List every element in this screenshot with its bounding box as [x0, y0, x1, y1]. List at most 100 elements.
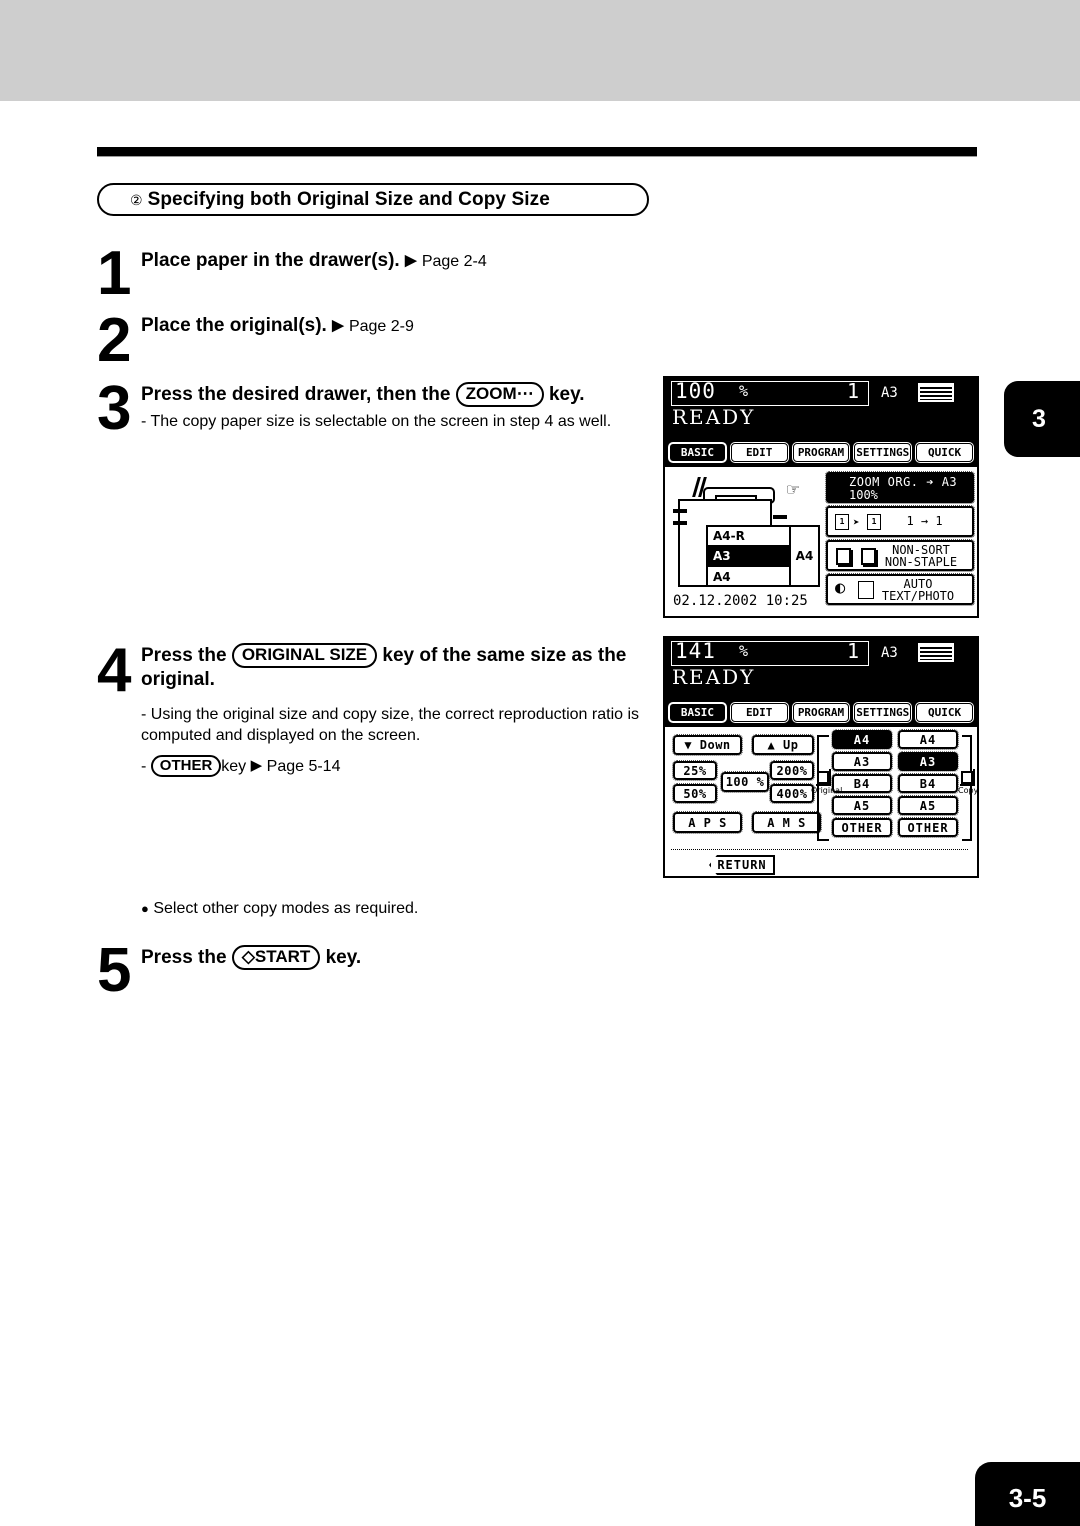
- lcd1-tab-program[interactable]: PROGRAM: [792, 443, 850, 462]
- zoom-25-button[interactable]: 25%: [672, 760, 718, 781]
- section-heading: ② Specifying both Original Size and Copy…: [97, 183, 649, 216]
- step-1-page-ref: Page 2-4: [421, 253, 487, 270]
- zoom-down-button[interactable]: ▼ Down: [672, 734, 743, 756]
- lcd2-tab-quick[interactable]: QUICK: [916, 703, 973, 722]
- step-5-instruction-after: key.: [325, 947, 362, 968]
- step-3-number: 3: [97, 374, 132, 443]
- lcd2-percent-symbol: %: [739, 642, 749, 660]
- copier-tray-icon: [673, 509, 687, 513]
- zoom-setting-line2: 100%: [849, 488, 878, 502]
- lcd2-copy-count: 1: [846, 639, 859, 663]
- lcd1-tab-bar: BASIC EDIT PROGRAM SETTINGS QUICK: [665, 441, 977, 467]
- original-doc-icon: 1: [835, 514, 849, 530]
- step-3-instruction-before: Press the desired drawer, then the: [141, 384, 451, 405]
- step-4-note-1: - Using the original size and copy size,…: [141, 706, 640, 744]
- original-label: Original: [811, 786, 843, 795]
- step-2-number: 2: [97, 306, 132, 375]
- section-title: Specifying both Original Size and Copy S…: [147, 188, 550, 210]
- lcd-screen-zoom: 141 % 1 A3 READY BASIC EDIT PROGRAM SETT…: [663, 636, 979, 878]
- lcd2-tab-program[interactable]: PROGRAM: [792, 703, 850, 722]
- duplex-setting-label: 1 → 1: [906, 514, 943, 528]
- lcd2-tab-edit[interactable]: EDIT: [730, 703, 788, 722]
- arrow-right-icon: ➤: [853, 516, 860, 529]
- original-size-a3[interactable]: A3: [831, 751, 893, 772]
- original-size-a4[interactable]: A4: [831, 729, 893, 750]
- copy-size-b4[interactable]: B4: [897, 773, 959, 794]
- bullet-note: ● Select other copy modes as required.: [141, 900, 418, 918]
- lcd2-divider: [671, 849, 968, 850]
- lcd1-tab-settings[interactable]: SETTINGS: [854, 443, 912, 462]
- zoom-key-pill[interactable]: ZOOM⋯: [455, 382, 544, 407]
- start-diamond-icon: ◇: [241, 947, 255, 966]
- lcd-screen-basic: 100 % 1 A3 READY BASIC EDIT PROGRAM SETT…: [663, 376, 979, 618]
- step-4-note-2-dash: -: [141, 758, 147, 775]
- return-button[interactable]: RETURN: [709, 855, 775, 875]
- copy-doc-icon: 1: [867, 514, 881, 530]
- step-1-number: 1: [97, 239, 132, 308]
- copy-size-a3[interactable]: A3: [897, 751, 959, 772]
- zoom-up-button[interactable]: ▲ Up: [751, 734, 815, 756]
- lcd2-ratio-value: 141: [675, 639, 716, 663]
- duplex-setting-button[interactable]: 1 ➤ 1 1 → 1: [825, 505, 975, 538]
- image-mode-line2: TEXT/PHOTO: [881, 589, 955, 603]
- original-size-a5[interactable]: A5: [831, 795, 893, 816]
- copy-doc-icon: [960, 769, 975, 786]
- drawer-item-a4r[interactable]: A4-R: [708, 527, 789, 547]
- lcd1-tab-basic[interactable]: BASIC: [669, 443, 726, 462]
- image-mode-setting-button[interactable]: ◐ AUTO TEXT/PHOTO: [825, 573, 975, 606]
- step-4-instruction-before: Press the: [141, 645, 227, 666]
- copy-size-other[interactable]: OTHER: [897, 817, 959, 838]
- sheet-icon: [836, 548, 853, 567]
- arrow-right-icon: ▶: [404, 252, 417, 269]
- step-2-text: Place the original(s). ▶ Page 2-9: [141, 314, 661, 338]
- drawer-item-a4[interactable]: A4: [708, 567, 789, 587]
- step-4-text: Press the ORIGINAL SIZE key of the same …: [141, 643, 661, 692]
- step-4-note-2: - OTHER key ▶ Page 5-14: [141, 755, 561, 778]
- page-number-tab: 3-5: [975, 1462, 1080, 1526]
- step-3-note: - The copy paper size is selectable on t…: [141, 413, 612, 430]
- start-key-pill[interactable]: ◇START: [231, 945, 321, 970]
- lcd2-header: 141 % 1 A3 READY: [665, 638, 977, 701]
- zoom-50-button[interactable]: 50%: [672, 783, 718, 804]
- lcd1-tab-edit[interactable]: EDIT: [730, 443, 788, 462]
- lcd1-percent-symbol: %: [739, 382, 749, 400]
- lcd2-status-text: READY: [672, 665, 756, 689]
- lcd1-ratio-value: 100: [675, 379, 716, 403]
- contrast-icon: ◐: [835, 578, 846, 598]
- step-2-instruction: Place the original(s).: [141, 315, 327, 336]
- drawer-item-a3[interactable]: A3: [708, 547, 789, 567]
- copy-label: Copy: [958, 786, 979, 795]
- ams-button[interactable]: A M S: [751, 811, 822, 834]
- copier-illustration: ☞ A4-R A3 A4 A4: [673, 473, 821, 591]
- step-5-instruction-before: Press the: [141, 947, 227, 968]
- aps-button[interactable]: A P S: [672, 811, 743, 834]
- original-size-other[interactable]: OTHER: [831, 817, 893, 838]
- lcd2-tab-settings[interactable]: SETTINGS: [854, 703, 912, 722]
- step-4-number: 4: [97, 636, 132, 705]
- copy-size-a4[interactable]: A4: [897, 729, 959, 750]
- hand-pointer-icon: ☞: [787, 477, 800, 501]
- zoom-400-button[interactable]: 400%: [769, 783, 815, 804]
- step-1-instruction: Place paper in the drawer(s).: [141, 250, 400, 271]
- zoom-200-button[interactable]: 200%: [769, 760, 815, 781]
- zoom-100-button[interactable]: 100 %: [720, 771, 770, 793]
- section-circled-number: ②: [130, 191, 143, 208]
- original-doc-icon: [816, 769, 831, 786]
- sheet-stack-icon: [861, 548, 878, 567]
- start-key-label: START: [254, 947, 311, 966]
- other-key-pill[interactable]: OTHER: [150, 755, 222, 778]
- lcd2-tab-basic[interactable]: BASIC: [669, 703, 726, 722]
- step-4-note-2-text: key: [221, 758, 247, 775]
- lcd1-datetime: 02.12.2002 10:25: [673, 593, 808, 609]
- original-size-key-pill[interactable]: ORIGINAL SIZE: [231, 643, 378, 668]
- copier-bypass-tray-icon: [773, 515, 787, 519]
- zoom-setting-button[interactable]: ZOOM ORG. ➔ A3 100%: [825, 471, 975, 504]
- copy-size-a5[interactable]: A5: [897, 795, 959, 816]
- copier-tray-icon: [673, 521, 687, 525]
- chapter-tab: 3: [1004, 381, 1080, 457]
- drawer-item-bypass[interactable]: A4: [791, 525, 820, 587]
- lcd1-tab-quick[interactable]: QUICK: [916, 443, 973, 462]
- lcd2-paper-size: A3: [881, 645, 898, 661]
- lcd1-status-text: READY: [672, 405, 756, 429]
- finisher-setting-button[interactable]: NON-SORT NON-STAPLE: [825, 539, 975, 572]
